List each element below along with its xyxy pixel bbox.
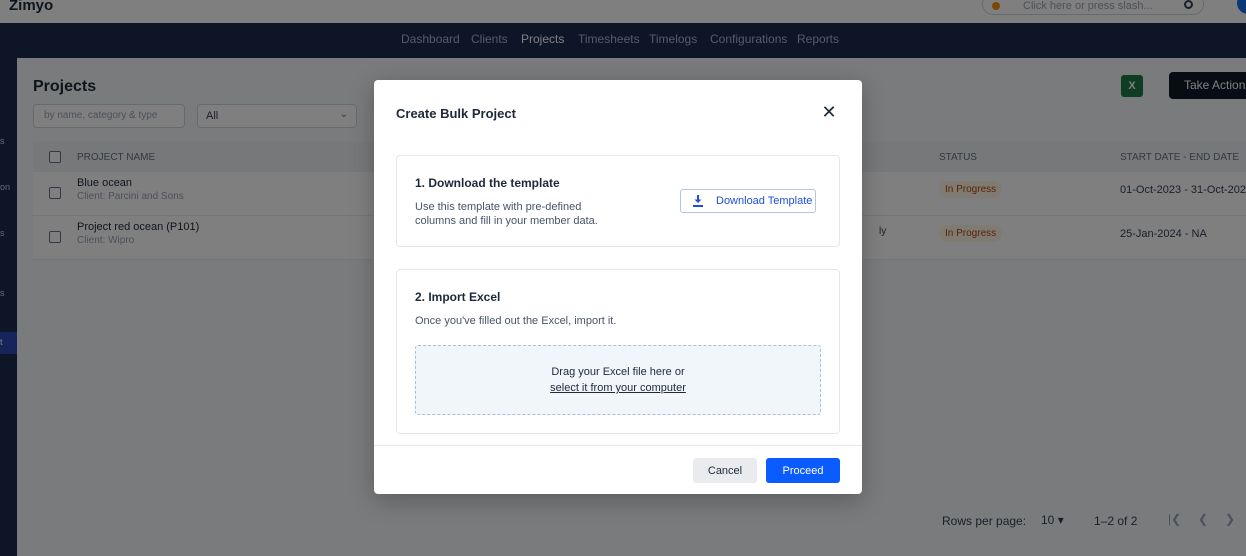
download-template-label: Download Template	[716, 195, 813, 207]
step1-description: Use this template with pre-defined colum…	[415, 201, 598, 227]
file-dropzone[interactable]: Drag your Excel file here or select it f…	[415, 345, 821, 415]
import-excel-card: 2. Import Excel Once you've filled out t…	[396, 269, 840, 434]
create-bulk-project-dialog: Create Bulk Project ✕ 1. Download the te…	[374, 80, 862, 494]
step2-title: 2. Import Excel	[415, 290, 501, 304]
step2-description: Once you've filled out the Excel, import…	[415, 315, 617, 327]
close-icon[interactable]: ✕	[820, 103, 838, 121]
download-icon	[693, 195, 703, 207]
dialog-body: 1. Download the template Use this templa…	[374, 142, 862, 445]
download-template-card: 1. Download the template Use this templa…	[396, 155, 840, 247]
step1-title: 1. Download the template	[415, 176, 560, 190]
dropzone-text: Drag your Excel file here or	[551, 366, 685, 378]
dialog-title: Create Bulk Project	[396, 106, 516, 121]
select-file-link[interactable]: select it from your computer	[550, 382, 686, 394]
proceed-button[interactable]: Proceed	[766, 458, 840, 483]
dialog-footer: Cancel Proceed	[374, 445, 862, 494]
cancel-button[interactable]: Cancel	[693, 458, 757, 483]
download-template-button[interactable]: Download Template	[680, 189, 816, 213]
